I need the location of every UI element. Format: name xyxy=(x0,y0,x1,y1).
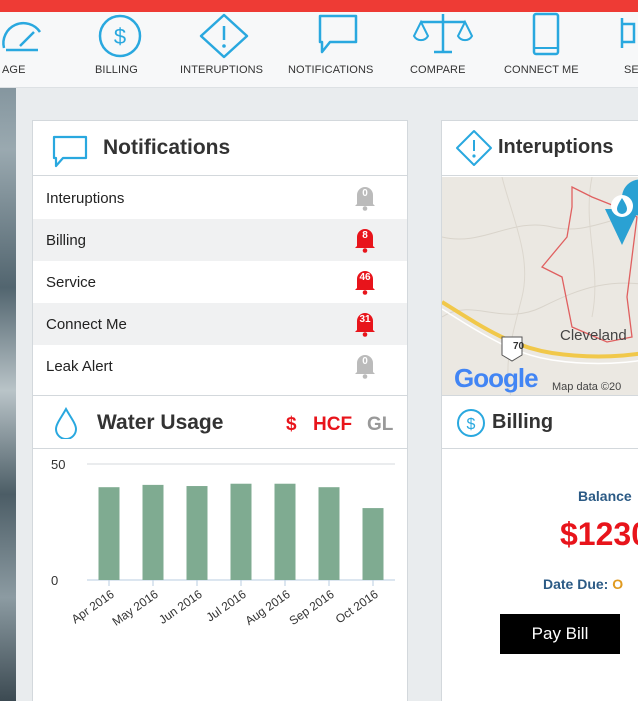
settings-icon xyxy=(620,18,636,48)
card-title: Notifications xyxy=(103,136,231,159)
list-item-label: Connect Me xyxy=(46,316,127,333)
bell-icon: 31 xyxy=(353,311,377,337)
svg-text:$: $ xyxy=(114,24,126,49)
list-item-billing[interactable]: Billing 8 xyxy=(33,219,407,261)
x-tick-label: Jul 2016 xyxy=(204,587,249,625)
nav-item-usage[interactable]: AGE xyxy=(0,12,44,88)
dashboard: Notifications Interuptions 0 Billing 8 S… xyxy=(16,88,638,701)
top-accent-bar xyxy=(0,0,638,12)
bell-icon: 0 xyxy=(353,185,377,211)
y-tick-label: 0 xyxy=(51,573,58,588)
nav-item-notifications[interactable]: NOTIFICATIONS xyxy=(286,12,390,88)
phone-icon xyxy=(532,12,560,56)
due-date-label: Date Due: xyxy=(543,576,613,592)
notification-count-badge: 31 xyxy=(359,314,371,325)
map-city-label: Cleveland xyxy=(560,327,627,344)
notifications-card: Notifications Interuptions 0 Billing 8 S… xyxy=(32,120,408,400)
nav-item-connect-me[interactable]: CONNECT ME xyxy=(498,12,594,88)
pay-bill-button[interactable]: Pay Bill xyxy=(500,614,620,654)
map-route-label: 70 xyxy=(513,341,525,352)
unit-gl-button[interactable]: GL xyxy=(367,414,393,436)
nav-label: INTERUPTIONS xyxy=(180,64,264,76)
list-item-label: Leak Alert xyxy=(46,358,113,375)
notification-count-badge: 0 xyxy=(362,356,368,367)
x-tick-label: Oct 2016 xyxy=(333,587,381,627)
nav-label: COMPARE xyxy=(410,64,466,76)
nav-label: AGE xyxy=(2,64,26,76)
dollar-icon: $ xyxy=(98,14,142,58)
background-photo xyxy=(0,12,16,701)
y-tick-label: 50 xyxy=(51,457,65,472)
nav-item-billing[interactable]: $ BILLING xyxy=(90,12,150,88)
balance-label: Balance xyxy=(578,488,632,504)
water-usage-card: Water Usage $ HCF GL 0 50 Apr 2016 May 2016… xyxy=(32,395,408,701)
list-item-label: Interuptions xyxy=(46,190,125,207)
list-item-interruptions[interactable]: Interuptions 0 xyxy=(33,177,407,219)
notifications-card-header: Notifications xyxy=(33,121,407,176)
nav-label: NOTIFICATIONS xyxy=(288,64,374,76)
card-title: Water Usage xyxy=(97,411,224,434)
map-attribution: Map data ©20 xyxy=(552,381,622,393)
alert-icon xyxy=(456,130,492,166)
alert-icon xyxy=(199,13,249,59)
usage-gauge-icon xyxy=(2,21,42,52)
chart-bar[interactable] xyxy=(318,487,340,580)
bell-icon: 0 xyxy=(353,353,377,379)
water-usage-card-header: Water Usage $ HCF GL xyxy=(33,396,407,449)
x-tick-label: Jun 2016 xyxy=(156,587,205,627)
nav-item-interruptions[interactable]: INTERUPTIONS xyxy=(176,12,272,88)
billing-card: $ Billing Balance $1230 Date Due: O Pay … xyxy=(441,395,638,701)
chart-bar[interactable] xyxy=(362,508,384,580)
x-tick-label: Sep 2016 xyxy=(287,587,337,628)
x-tick-label: Aug 2016 xyxy=(243,587,293,628)
due-date: Date Due: O xyxy=(543,576,623,592)
interruptions-card-header: Interuptions xyxy=(442,121,638,176)
x-tick-label: Apr 2016 xyxy=(69,587,117,627)
list-item-service[interactable]: Service 46 xyxy=(33,261,407,303)
chart-bar[interactable] xyxy=(142,484,164,580)
google-logo: Google xyxy=(454,363,539,393)
list-item-label: Billing xyxy=(46,232,87,249)
due-date-value: O xyxy=(612,576,624,592)
list-item-connect-me[interactable]: Connect Me 31 xyxy=(33,303,407,345)
nav-label: CONNECT ME xyxy=(504,64,579,76)
notification-count-badge: 46 xyxy=(359,272,371,283)
bell-icon: 8 xyxy=(353,227,377,253)
chart-bar[interactable] xyxy=(274,483,296,580)
chart-bar[interactable] xyxy=(230,483,252,580)
nav-label: SE xyxy=(624,64,638,76)
scale-icon xyxy=(412,14,474,54)
svg-text:$: $ xyxy=(467,416,476,433)
card-title: Billing xyxy=(492,411,554,433)
billing-card-header: $ Billing xyxy=(442,396,638,449)
main-nav: AGE $ BILLING INTERUPTIONS NOTIFICATIONS xyxy=(0,12,638,88)
nav-item-settings[interactable]: SE xyxy=(612,12,638,88)
chart-bar[interactable] xyxy=(186,486,208,580)
chat-bubble-icon xyxy=(52,135,88,168)
interruptions-card: Interuptions 70 Cleveland Google Map dat… xyxy=(441,120,638,400)
list-item-label: Service xyxy=(46,274,97,291)
list-item-leak-alert[interactable]: Leak Alert 0 xyxy=(33,345,407,387)
chat-bubble-icon xyxy=(318,14,358,54)
dollar-icon: $ xyxy=(457,409,485,437)
balance-value: $1230 xyxy=(560,516,638,552)
card-title: Interuptions xyxy=(498,136,614,158)
bell-icon: 46 xyxy=(353,269,377,295)
x-tick-label: May 2016 xyxy=(110,587,161,629)
chart-bar[interactable] xyxy=(98,487,120,580)
nav-label: BILLING xyxy=(95,64,138,76)
unit-hcf-button[interactable]: HCF xyxy=(313,414,352,436)
water-usage-chart: 0 50 Apr 2016May 2016Jun 2016Jul 2016Aug 2… xyxy=(51,457,395,629)
notification-count-badge: 0 xyxy=(362,188,368,199)
notification-count-badge: 8 xyxy=(362,230,368,241)
water-drop-icon xyxy=(54,407,78,439)
unit-dollar-button[interactable]: $ xyxy=(286,414,297,436)
nav-item-compare[interactable]: COMPARE xyxy=(404,12,482,88)
interruptions-map[interactable]: 70 Cleveland Google Map data ©20 xyxy=(442,177,638,400)
